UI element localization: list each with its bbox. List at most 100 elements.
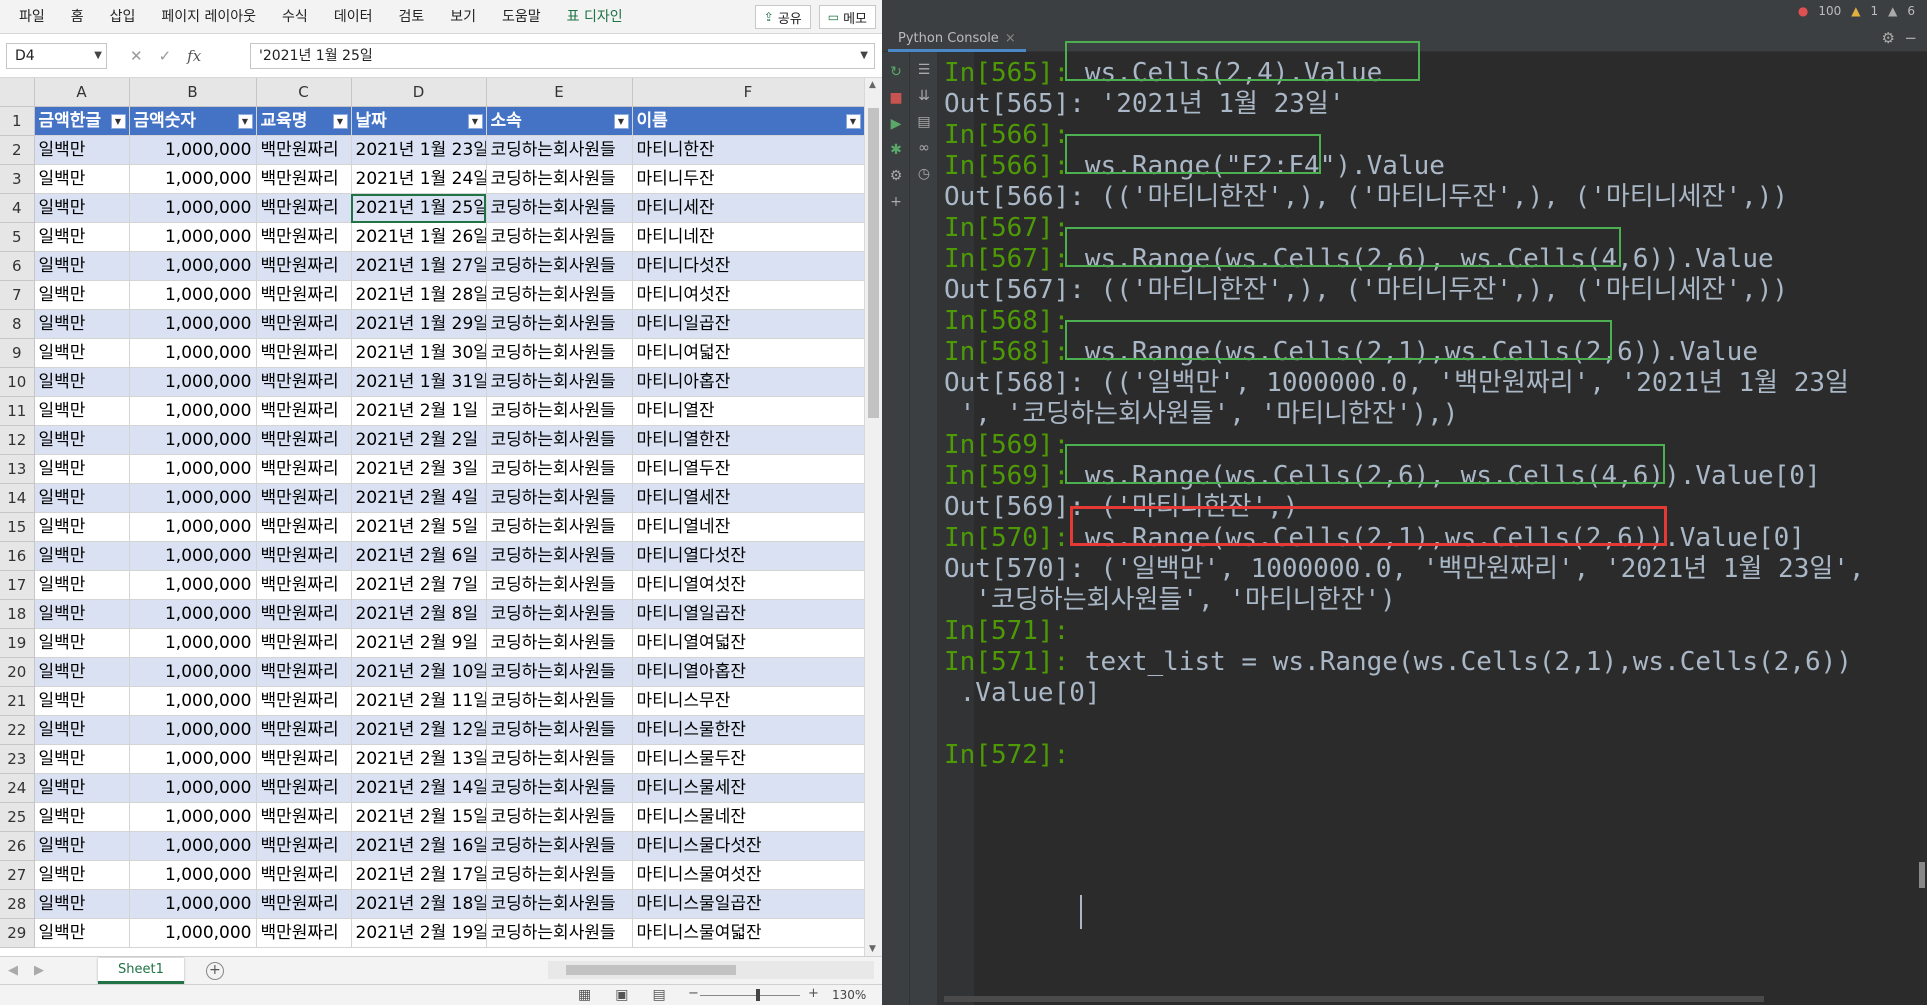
cell-a[interactable]: 일백만 — [34, 628, 130, 658]
watch-icon[interactable]: ∞ — [910, 140, 938, 156]
show-variables-icon[interactable]: ▤ — [910, 114, 938, 130]
row-header-1[interactable]: 1 — [0, 106, 35, 136]
cell-f[interactable]: 마티니열다섯잔 — [632, 541, 864, 571]
memo-button[interactable]: ▭ 메모 — [818, 5, 876, 29]
close-icon[interactable]: × — [1005, 31, 1016, 46]
cell-e[interactable]: 코딩하는회사원들 — [486, 918, 633, 948]
page-break-view-icon[interactable]: ▤ — [652, 987, 665, 1003]
cell-d[interactable]: 2021년 2월 7일 — [351, 570, 487, 600]
cell-e[interactable]: 코딩하는회사원들 — [486, 715, 633, 745]
cell-c[interactable]: 백만원짜리 — [256, 396, 352, 426]
cell-b[interactable]: 1,000,000 — [129, 454, 257, 484]
cell-a[interactable]: 일백만 — [34, 193, 130, 223]
filter-dropdown-icon[interactable]: ▼ — [237, 114, 253, 129]
ribbon-tab-home[interactable]: 홈 — [58, 0, 97, 34]
cell-c[interactable]: 백만원짜리 — [256, 309, 352, 339]
cell-c[interactable]: 백만원짜리 — [256, 483, 352, 513]
expand-formula-icon[interactable]: ▼ — [860, 44, 868, 68]
cell-f[interactable]: 마티니열세잔 — [632, 483, 864, 513]
cell-f[interactable]: 마티니열한잔 — [632, 425, 864, 455]
row-header[interactable]: 5 — [0, 222, 35, 252]
cell-a[interactable]: 일백만 — [34, 744, 130, 774]
cell-a[interactable]: 일백만 — [34, 367, 130, 397]
vertical-scrollbar[interactable]: ▲ ▼ — [864, 78, 882, 956]
cell-f[interactable]: 마티니여섯잔 — [632, 280, 864, 310]
cell-d[interactable]: 2021년 1월 31일 — [351, 367, 487, 397]
cell-e[interactable]: 코딩하는회사원들 — [486, 338, 633, 368]
cell-d[interactable]: 2021년 2월 9일 — [351, 628, 487, 658]
cell-e[interactable]: 코딩하는회사원들 — [486, 280, 633, 310]
row-header[interactable]: 16 — [0, 541, 35, 571]
row-header[interactable]: 28 — [0, 889, 35, 919]
cell-f[interactable]: 마티니한잔 — [632, 135, 864, 165]
cell-b[interactable]: 1,000,000 — [129, 628, 257, 658]
cell-f[interactable]: 마티니네잔 — [632, 222, 864, 252]
cell-c[interactable]: 백만원짜리 — [256, 454, 352, 484]
table-header-cell[interactable]: 금액한글 ▼ — [34, 106, 130, 136]
cell-b[interactable]: 1,000,000 — [129, 367, 257, 397]
row-header[interactable]: 14 — [0, 483, 35, 513]
row-header[interactable]: 9 — [0, 338, 35, 368]
row-header[interactable]: 4 — [0, 193, 35, 223]
cell-a[interactable]: 일백만 — [34, 483, 130, 513]
cell-a[interactable]: 일백만 — [34, 860, 130, 890]
zoom-out-icon[interactable]: − — [688, 986, 699, 1001]
ribbon-tab-file[interactable]: 파일 — [6, 0, 58, 34]
cell-d[interactable]: 2021년 2월 14일 — [351, 773, 487, 803]
cell-b[interactable]: 1,000,000 — [129, 483, 257, 513]
console-output[interactable]: In[565]: ws.Cells(2,4).Value Out[565]: '2… — [944, 41, 1904, 994]
cell-d[interactable]: 2021년 2월 15일 — [351, 802, 487, 832]
cell-e[interactable]: 코딩하는회사원들 — [486, 193, 633, 223]
cell-c[interactable]: 백만원짜리 — [256, 918, 352, 948]
ribbon-tab-view[interactable]: 보기 — [437, 0, 489, 34]
zoom-in-icon[interactable]: + — [808, 986, 819, 1001]
add-sheet-icon[interactable]: + — [205, 961, 224, 980]
cell-e[interactable]: 코딩하는회사원들 — [486, 483, 633, 513]
cell-f[interactable]: 마티니열두잔 — [632, 454, 864, 484]
row-header[interactable]: 13 — [0, 454, 35, 484]
cell-a[interactable]: 일백만 — [34, 657, 130, 687]
cell-e[interactable]: 코딩하는회사원들 — [486, 396, 633, 426]
cell-a[interactable]: 일백만 — [34, 541, 130, 571]
spreadsheet-grid[interactable]: A B C D E F 1 금액한글 ▼ 금액숫자 ▼ 교육명 ▼ 날짜 ▼ 소속 ▼ 이… — [0, 78, 864, 956]
cell-d[interactable]: 2021년 2월 16일 — [351, 831, 487, 861]
cell-d[interactable]: 2021년 2월 19일 — [351, 918, 487, 948]
cell-e[interactable]: 코딩하는회사원들 — [486, 657, 633, 687]
select-all-corner[interactable] — [0, 78, 35, 107]
ribbon-tab-formulas[interactable]: 수식 — [269, 0, 321, 34]
cell-a[interactable]: 일백만 — [34, 251, 130, 281]
cell-d[interactable]: 2021년 2월 5일 — [351, 512, 487, 542]
cell-e[interactable]: 코딩하는회사원들 — [486, 135, 633, 165]
row-header[interactable]: 10 — [0, 367, 35, 397]
filter-dropdown-icon[interactable]: ▼ — [110, 114, 126, 129]
cell-e[interactable]: 코딩하는회사원들 — [486, 831, 633, 861]
cell-e[interactable]: 코딩하는회사원들 — [486, 889, 633, 919]
rerun-icon[interactable]: ↻ — [882, 64, 910, 80]
cell-c[interactable]: 백만원짜리 — [256, 686, 352, 716]
cell-e[interactable]: 코딩하는회사원들 — [486, 251, 633, 281]
ribbon-tab-review[interactable]: 검토 — [385, 0, 437, 34]
cell-b[interactable]: 1,000,000 — [129, 889, 257, 919]
cell-d[interactable]: 2021년 2월 8일 — [351, 599, 487, 629]
row-header[interactable]: 25 — [0, 802, 35, 832]
cell-a[interactable]: 일백만 — [34, 222, 130, 252]
cell-b[interactable]: 1,000,000 — [129, 744, 257, 774]
cell-d[interactable]: 2021년 2월 12일 — [351, 715, 487, 745]
cell-f[interactable]: 마티니스물두잔 — [632, 744, 864, 774]
cell-c[interactable]: 백만원짜리 — [256, 222, 352, 252]
cell-a[interactable]: 일백만 — [34, 802, 130, 832]
cell-f[interactable]: 마티니열네잔 — [632, 512, 864, 542]
cell-d[interactable]: 2021년 2월 1일 — [351, 396, 487, 426]
filter-dropdown-icon[interactable]: ▼ — [613, 114, 629, 129]
page-layout-view-icon[interactable]: ▣ — [615, 987, 628, 1003]
row-header[interactable]: 17 — [0, 570, 35, 600]
run-icon[interactable]: ▶ — [882, 116, 910, 132]
cell-f[interactable]: 마티니열잔 — [632, 396, 864, 426]
cell-d[interactable]: 2021년 2월 13일 — [351, 744, 487, 774]
formula-input[interactable]: '2021년 1월 25일 ▼ — [250, 43, 875, 69]
share-button[interactable]: ⇪ 공유 — [754, 5, 811, 29]
table-header-cell[interactable]: 날짜 ▼ — [351, 106, 487, 136]
cell-e[interactable]: 코딩하는회사원들 — [486, 599, 633, 629]
cell-f[interactable]: 마티니스물여덟잔 — [632, 918, 864, 948]
cell-e[interactable]: 코딩하는회사원들 — [486, 454, 633, 484]
